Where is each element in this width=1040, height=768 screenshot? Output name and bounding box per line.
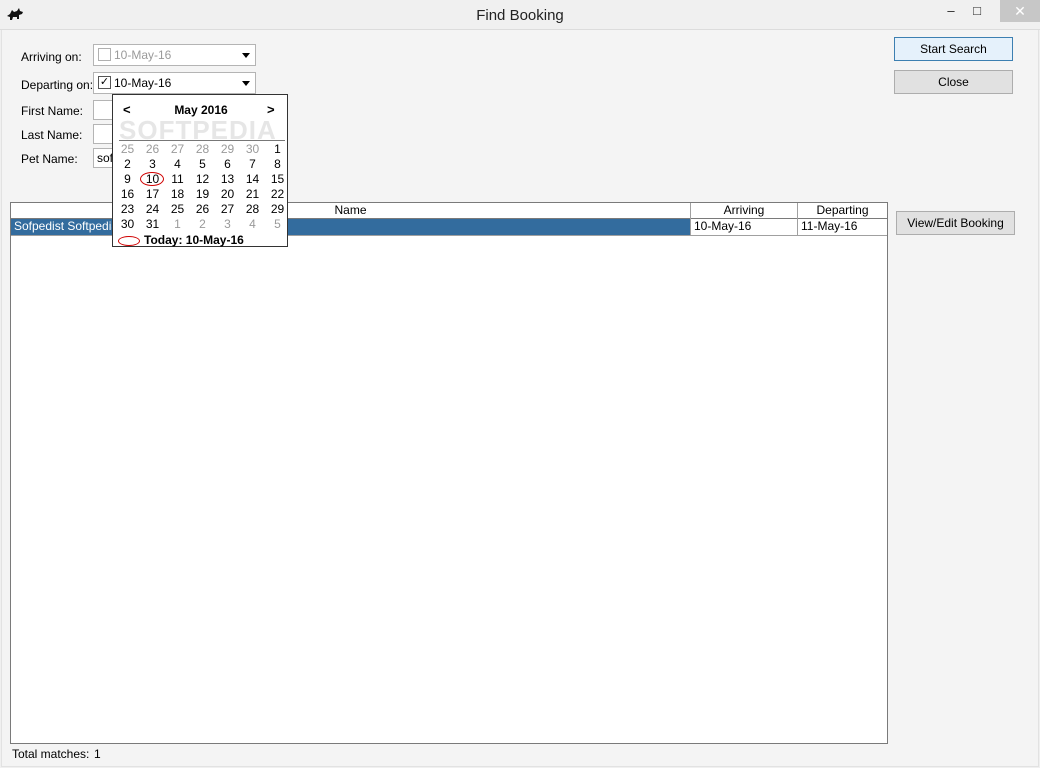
- calendar-day[interactable]: 20: [215, 187, 240, 202]
- calendar-day[interactable]: 9: [115, 172, 140, 187]
- calendar-day[interactable]: 5: [190, 157, 215, 172]
- calendar-day[interactable]: 28: [190, 142, 215, 157]
- last-name-label: Last Name:: [21, 128, 83, 142]
- calendar-day[interactable]: 5: [265, 217, 290, 232]
- window-title: Find Booking: [476, 7, 564, 24]
- calendar-day[interactable]: 16: [115, 187, 140, 202]
- pet-name-label: Pet Name:: [21, 152, 78, 166]
- calendar-day[interactable]: 14: [240, 172, 265, 187]
- calendar-day[interactable]: 1: [165, 217, 190, 232]
- first-name-label: First Name:: [21, 104, 84, 118]
- today-circle-icon: [118, 236, 140, 246]
- calendar-day[interactable]: 2: [190, 217, 215, 232]
- calendar-day[interactable]: 19: [190, 187, 215, 202]
- calendar-day[interactable]: 27: [215, 202, 240, 217]
- calendar-day[interactable]: 22: [265, 187, 290, 202]
- column-header-departing[interactable]: Departing: [798, 203, 887, 219]
- calendar-day[interactable]: 4: [165, 157, 190, 172]
- calendar-day[interactable]: 21: [240, 187, 265, 202]
- departing-checkbox[interactable]: ✓: [98, 76, 111, 89]
- calendar-day[interactable]: 31: [140, 217, 165, 232]
- start-search-button[interactable]: Start Search: [894, 37, 1013, 61]
- chevron-down-icon[interactable]: [242, 53, 250, 58]
- calendar-day[interactable]: 28: [240, 202, 265, 217]
- calendar-day[interactable]: 27: [165, 142, 190, 157]
- total-matches-label: Total matches:: [12, 747, 90, 761]
- calendar-day[interactable]: 8: [265, 157, 290, 172]
- calendar-day[interactable]: 6: [215, 157, 240, 172]
- title-bar: Find Booking – □ ✕: [0, 0, 1040, 30]
- today-circle-icon: [140, 172, 164, 186]
- calendar-day[interactable]: 25: [165, 202, 190, 217]
- calendar-day[interactable]: 3: [215, 217, 240, 232]
- calendar-day[interactable]: 29: [215, 142, 240, 157]
- calendar-day[interactable]: 12: [190, 172, 215, 187]
- calendar-day[interactable]: 23: [115, 202, 140, 217]
- row-departing-cell[interactable]: 11-May-16: [798, 219, 887, 235]
- calendar-day[interactable]: 30: [115, 217, 140, 232]
- arriving-checkbox[interactable]: [98, 48, 111, 61]
- arriving-date-picker[interactable]: 10-May-16: [93, 44, 256, 66]
- calendar-dropdown[interactable]: SOFTPEDIA < May 2016 > 25 26 27 28 29 30 1 2 3 4 5…: [112, 94, 288, 247]
- calendar-day[interactable]: 30: [240, 142, 265, 157]
- calendar-divider: [119, 140, 285, 141]
- view-edit-booking-button[interactable]: View/Edit Booking: [896, 211, 1015, 235]
- calendar-day[interactable]: 2: [115, 157, 140, 172]
- total-matches-count: 1: [94, 747, 101, 761]
- departing-date-value: 10-May-16: [114, 76, 172, 90]
- row-arriving-cell[interactable]: 10-May-16: [691, 219, 798, 235]
- calendar-day[interactable]: 3: [140, 157, 165, 172]
- calendar-day[interactable]: 18: [165, 187, 190, 202]
- chevron-down-icon[interactable]: [242, 81, 250, 86]
- calendar-day[interactable]: 4: [240, 217, 265, 232]
- chevron-right-icon[interactable]: >: [267, 102, 275, 117]
- calendar-today-link[interactable]: Today: 10-May-16: [144, 233, 244, 247]
- column-header-arriving[interactable]: Arriving: [691, 203, 798, 219]
- calendar-day[interactable]: 24: [140, 202, 165, 217]
- departing-date-picker[interactable]: ✓ 10-May-16: [93, 72, 256, 94]
- maximize-button[interactable]: □: [962, 0, 992, 22]
- calendar-day[interactable]: 17: [140, 187, 165, 202]
- calendar-day[interactable]: 11: [165, 172, 190, 187]
- calendar-month-label[interactable]: May 2016: [113, 103, 289, 117]
- calendar-day[interactable]: 1: [265, 142, 290, 157]
- departing-label: Departing on:: [21, 78, 94, 92]
- calendar-day[interactable]: 7: [240, 157, 265, 172]
- calendar-day[interactable]: 26: [140, 142, 165, 157]
- arriving-date-value: 10-May-16: [114, 48, 172, 62]
- calendar-day[interactable]: 26: [190, 202, 215, 217]
- calendar-day[interactable]: 13: [215, 172, 240, 187]
- results-grid[interactable]: Name Arriving Departing Sofpedist Softpe…: [10, 202, 888, 744]
- calendar-day[interactable]: 29: [265, 202, 290, 217]
- close-window-button[interactable]: ✕: [1000, 0, 1040, 22]
- close-button[interactable]: Close: [894, 70, 1013, 94]
- arriving-label: Arriving on:: [21, 50, 82, 64]
- calendar-day[interactable]: 25: [115, 142, 140, 157]
- calendar-day[interactable]: 15: [265, 172, 290, 187]
